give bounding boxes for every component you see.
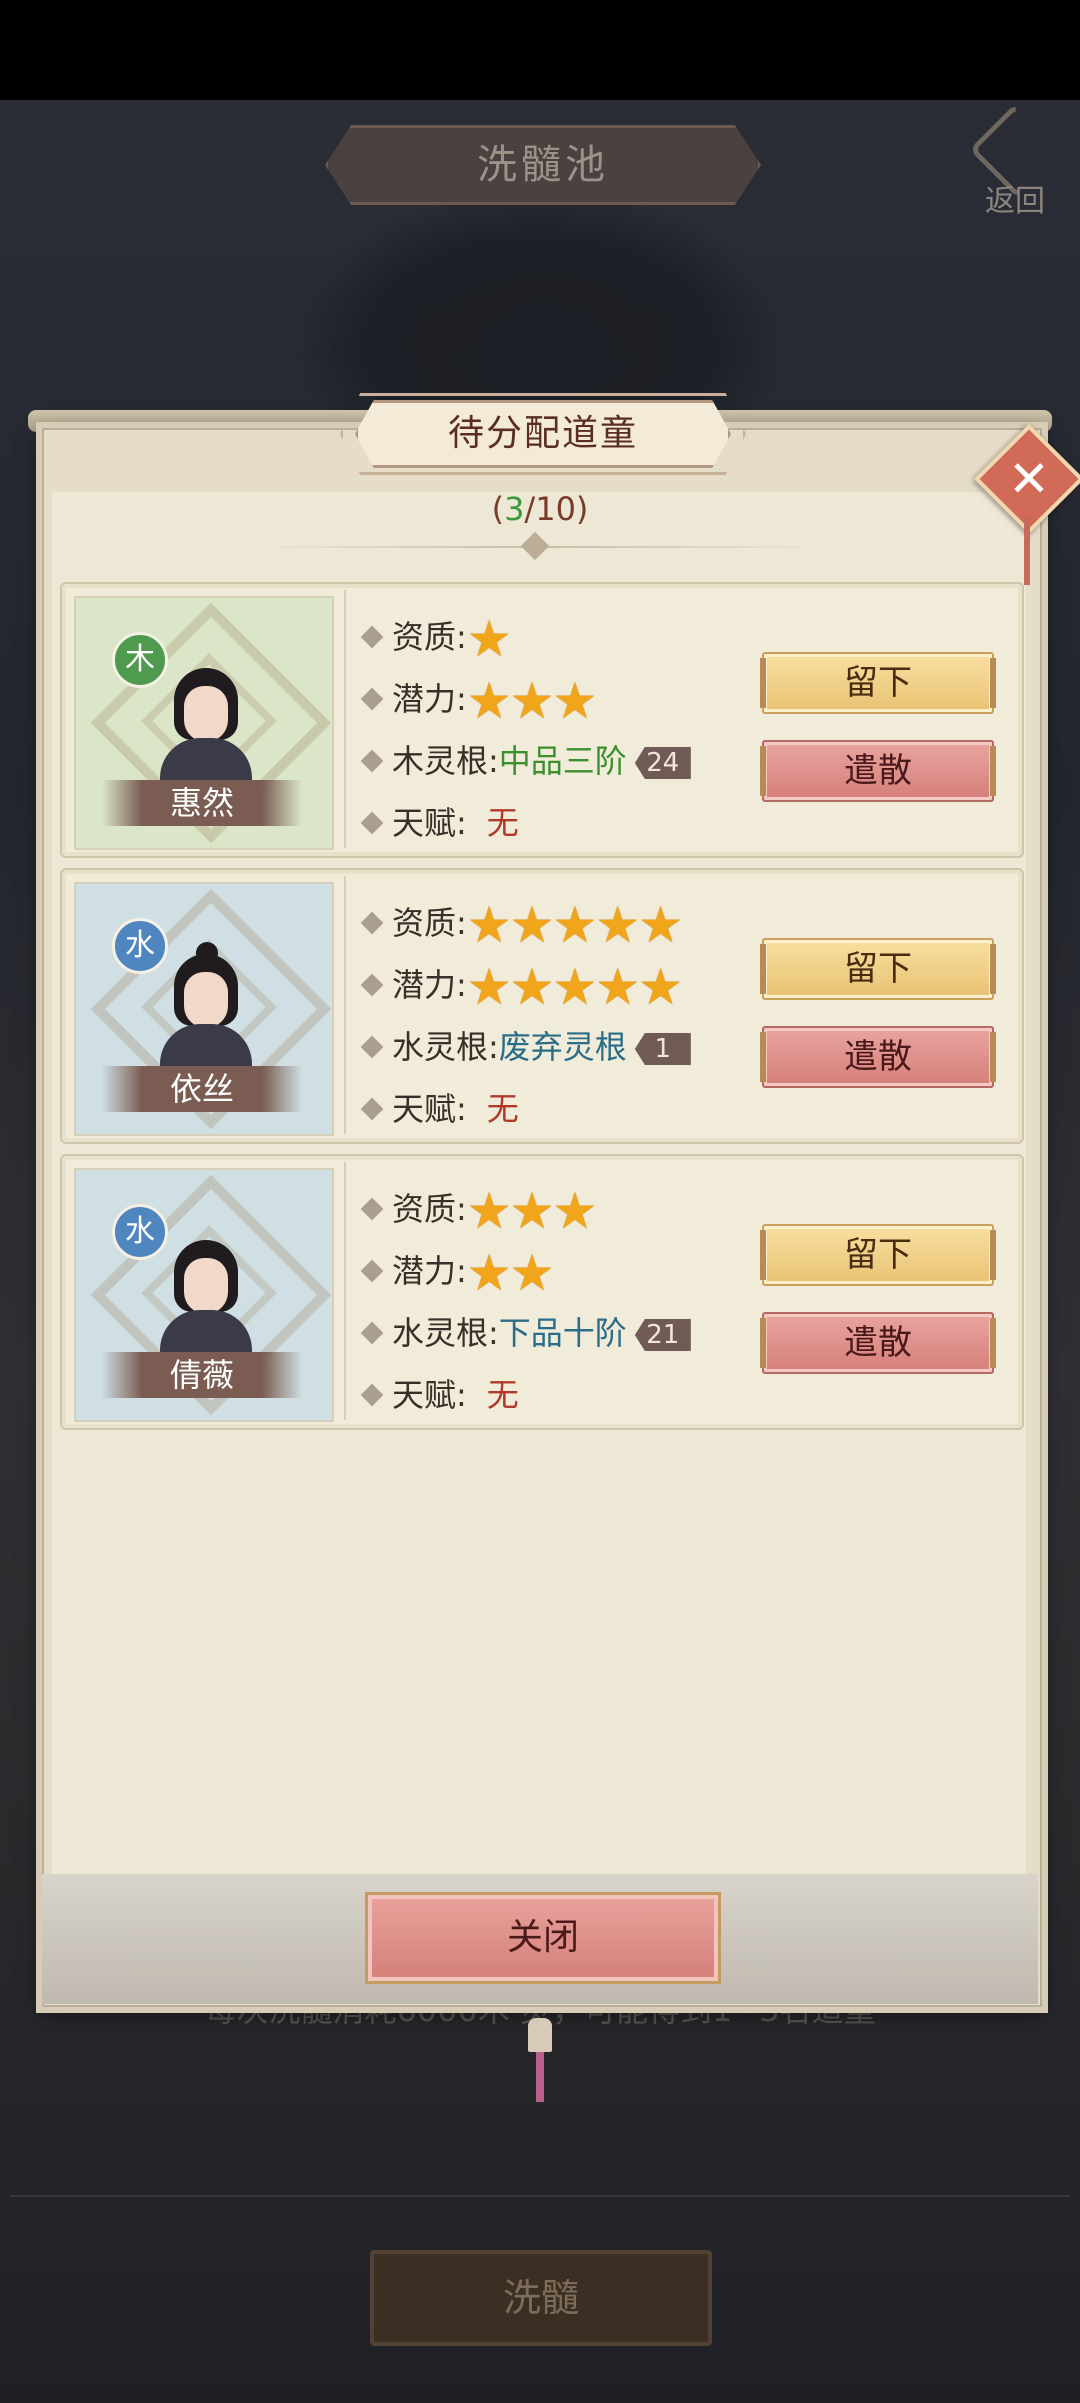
spirit-root-label: 木灵根:	[392, 742, 499, 780]
aptitude-stars: ★★★	[466, 1182, 597, 1240]
divider	[10, 2195, 1070, 2197]
talent-row: 天赋: 无	[360, 1370, 519, 1420]
aptitude-row: 资质:★★★★★	[360, 898, 683, 950]
aptitude-label: 资质:	[392, 618, 467, 656]
disciple-portrait[interactable]: 水 依丝	[74, 882, 334, 1136]
root-level-badge: 1	[634, 1033, 691, 1065]
diamond-bullet-icon	[360, 1383, 384, 1407]
card-divider	[344, 1162, 346, 1420]
diamond-bullet-icon	[360, 1259, 384, 1283]
spirit-root-value: 废弃灵根	[498, 1028, 627, 1066]
spirit-root-label: 水灵根:	[392, 1028, 499, 1066]
element-badge: 木	[112, 632, 168, 688]
diamond-bullet-icon	[360, 973, 384, 997]
diamond-bullet-icon	[360, 687, 384, 711]
disciple-card: 水 依丝 资质:★★★★★ 潜力:★★★★★ 水灵根:废弃灵根 1 天赋: 无 留下…	[60, 868, 1024, 1144]
aptitude-stars: ★	[466, 610, 512, 668]
bell-decoration	[528, 2018, 552, 2052]
status-bar	[0, 0, 1080, 100]
potential-row: 潜力:★★	[360, 1246, 554, 1298]
aptitude-row: 资质:★	[360, 612, 512, 664]
spirit-root-value: 下品十阶	[498, 1314, 627, 1352]
root-level-badge: 21	[634, 1319, 691, 1351]
aptitude-label: 资质:	[392, 1190, 467, 1228]
back-button[interactable]: 返回	[968, 102, 1066, 220]
potential-label: 潜力:	[392, 1252, 467, 1290]
talent-label: 天赋:	[392, 1090, 467, 1128]
dismiss-button[interactable]: 遣散	[760, 740, 996, 802]
potential-row: 潜力:★★★	[360, 674, 597, 726]
dialog-title: 待分配道童	[355, 400, 731, 468]
dismiss-button[interactable]: 遣散	[760, 1026, 996, 1088]
talent-label: 天赋:	[392, 1376, 467, 1414]
spirit-root-label: 水灵根:	[392, 1314, 499, 1352]
talent-value: 无	[486, 1090, 519, 1128]
disciple-card: 木 惠然 资质:★ 潜力:★★★ 木灵根:中品三阶 24 天赋: 无 留下 遣散	[60, 582, 1024, 858]
talent-value: 无	[486, 1376, 519, 1414]
diamond-bullet-icon	[360, 1097, 384, 1121]
close-button[interactable]: 关闭	[365, 1892, 721, 1984]
element-badge: 水	[112, 918, 168, 974]
diamond-bullet-icon	[360, 625, 384, 649]
disciple-counter: (3/10)	[491, 490, 589, 528]
back-label: 返回	[985, 184, 1045, 219]
diamond-bullet-icon	[360, 811, 384, 835]
page-title: 洗髓池	[325, 125, 761, 205]
diamond-bullet-icon	[360, 1035, 384, 1059]
aptitude-stars: ★★★★★	[466, 896, 683, 954]
spirit-root-row: 木灵根:中品三阶 24	[360, 736, 691, 786]
potential-row: 潜力:★★★★★	[360, 960, 683, 1012]
card-divider	[344, 876, 346, 1134]
dismiss-button[interactable]: 遣散	[760, 1312, 996, 1374]
disciple-name: 依丝	[102, 1066, 302, 1112]
disciple-name: 倩薇	[102, 1352, 302, 1398]
counter-current: 3	[504, 490, 525, 528]
potential-stars: ★★★★★	[466, 958, 683, 1016]
wash-button[interactable]: 洗髓	[370, 2250, 712, 2346]
talent-row: 天赋: 无	[360, 798, 519, 848]
talent-value: 无	[486, 804, 519, 842]
spirit-root-value: 中品三阶	[498, 742, 627, 780]
disciple-portrait[interactable]: 水 倩薇	[74, 1168, 334, 1422]
aptitude-row: 资质:★★★	[360, 1184, 597, 1236]
diamond-bullet-icon	[360, 749, 384, 773]
diamond-bullet-icon	[360, 1321, 384, 1345]
disciple-portrait[interactable]: 木 惠然	[74, 596, 334, 850]
element-badge: 水	[112, 1204, 168, 1260]
disciple-name: 惠然	[102, 780, 302, 826]
potential-label: 潜力:	[392, 680, 467, 718]
card-divider	[344, 590, 346, 848]
spirit-root-row: 水灵根:废弃灵根 1	[360, 1022, 691, 1072]
root-level-badge: 24	[634, 747, 691, 779]
keep-button[interactable]: 留下	[760, 938, 996, 1000]
potential-stars: ★★	[466, 1244, 555, 1302]
keep-button[interactable]: 留下	[760, 1224, 996, 1286]
counter-total: 10	[535, 490, 576, 528]
tassel-decoration	[536, 2052, 544, 2102]
keep-button[interactable]: 留下	[760, 652, 996, 714]
potential-stars: ★★★	[466, 672, 597, 730]
diamond-bullet-icon	[360, 911, 384, 935]
aptitude-label: 资质:	[392, 904, 467, 942]
disciple-card: 水 倩薇 资质:★★★ 潜力:★★ 水灵根:下品十阶 21 天赋: 无 留下 遣散	[60, 1154, 1024, 1430]
diamond-bullet-icon	[360, 1197, 384, 1221]
talent-row: 天赋: 无	[360, 1084, 519, 1134]
spirit-root-row: 水灵根:下品十阶 21	[360, 1308, 691, 1358]
potential-label: 潜力:	[392, 966, 467, 1004]
talent-label: 天赋:	[392, 804, 467, 842]
